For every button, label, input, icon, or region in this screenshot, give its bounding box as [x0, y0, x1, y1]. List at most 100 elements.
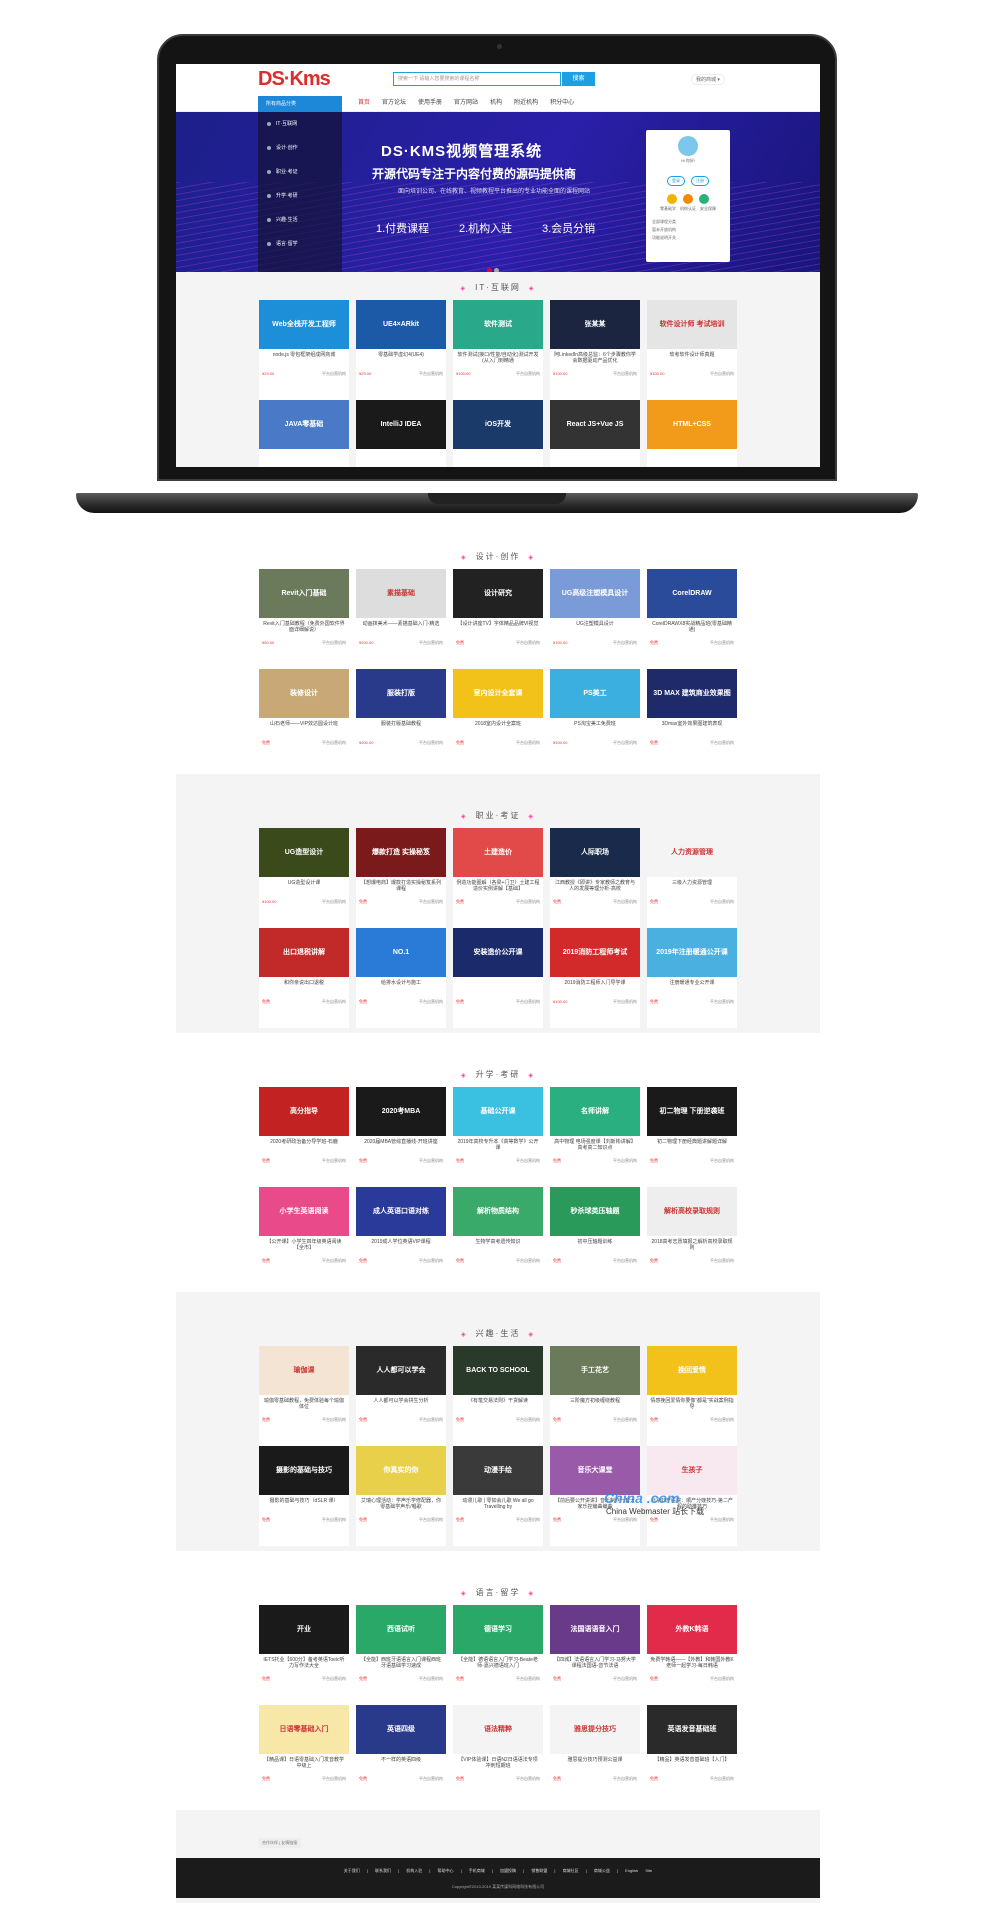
course-thumbnail[interactable]: React JS+Vue JS — [550, 400, 640, 449]
course-card[interactable]: 人际职场 江西教授《即讲》专家教师之教育与人的发展等理分析-高校 免费 平台自营机构 — [550, 828, 640, 928]
course-thumbnail[interactable]: 摄影的基础与技巧 — [259, 1446, 349, 1495]
nav-link[interactable]: 官方网站 — [448, 94, 484, 112]
course-title[interactable]: 【公开课】小学生四年级英语阅读【全市】 — [259, 1236, 349, 1256]
course-title[interactable]: 和你亲说出口退税 — [259, 977, 349, 997]
register-button[interactable]: 注册 — [691, 176, 709, 186]
course-card[interactable]: 德语学习 【全能】德语语言入门学习-Beate老师-嘉兴德语班入门 免费 平台自营机构 — [453, 1605, 543, 1705]
course-card[interactable]: 出口退税讲解 和你亲说出口退税 免费 平台自营机构 — [259, 928, 349, 1028]
course-title[interactable]: 【想爆电商】爆款打造实操秘笈系列课程 — [356, 877, 446, 897]
sidebar-category[interactable]: 设计·创作 — [258, 136, 342, 160]
course-title[interactable]: 动画抹美术——素描基础入门-精选 — [356, 618, 446, 638]
course-thumbnail[interactable]: 2020考MBA — [356, 1087, 446, 1136]
course-title[interactable]: UG注塑模具设计 — [550, 618, 640, 638]
course-card[interactable]: 解析物质结构 生物学高考遗传知识 免费 平台自营机构 — [453, 1187, 543, 1287]
course-thumbnail[interactable]: JAVA零基础 — [259, 400, 349, 449]
course-card[interactable]: 雅思提分技巧 雅思提分技巧预测公益课 免费 平台自营机构 — [550, 1705, 640, 1805]
course-card[interactable]: 设计研究 【设计讲座TV】字体精品品牌VI视觉 免费 平台自营机构 — [453, 569, 543, 669]
search-button[interactable]: 搜索 — [562, 72, 595, 86]
course-title[interactable] — [453, 449, 543, 467]
course-thumbnail[interactable]: CorelDRAW — [647, 569, 737, 618]
course-title[interactable]: 【精品】英语发音基础班【入门】 — [647, 1754, 737, 1774]
course-title[interactable]: 摄影的基础与技巧（dSLR 课） — [259, 1495, 349, 1515]
course-card[interactable]: 开业 IETS托业【600分】备考英语Toeic听力写作法大全 免费 平台自营机构 — [259, 1605, 349, 1705]
course-title[interactable]: 2018高考志愿填报之解析高校录取规则 — [647, 1236, 737, 1256]
course-card[interactable]: 安装造价公开课 免费 平台自营机构 — [453, 928, 543, 1028]
course-thumbnail[interactable]: 软件测试 — [453, 300, 543, 349]
sidebar-category[interactable]: 语言·留学 — [258, 232, 342, 256]
course-title[interactable]: 人人都可以学会拼生分析 — [356, 1395, 446, 1415]
course-card[interactable]: iOS开发平台自营机构 — [453, 400, 543, 467]
course-title[interactable]: 零基础学虚幻4(UE4) — [356, 349, 446, 369]
course-thumbnail[interactable]: 瑜伽课 — [259, 1346, 349, 1395]
course-title[interactable]: 2020届MBA管综直播线-开班讲座 — [356, 1136, 446, 1156]
course-thumbnail[interactable]: 小学生英语阅读 — [259, 1187, 349, 1236]
course-title[interactable]: 2018室内设计全案班 — [453, 718, 543, 738]
course-thumbnail[interactable]: 2019消防工程师考试 — [550, 928, 640, 977]
course-card[interactable]: 西语试听 【全能】西班牙语语言入门课程西班牙语基础学习速成 免费 平台自营机构 — [356, 1605, 446, 1705]
course-title[interactable] — [259, 449, 349, 467]
course-thumbnail[interactable]: 软件设计师 考试培训 — [647, 300, 737, 349]
course-card[interactable]: CorelDRAW CorelDRAWX8实战精品班(零基础精通) 免费 平台自营机构 — [647, 569, 737, 669]
course-title[interactable] — [453, 977, 543, 997]
course-thumbnail[interactable]: 服装打版 — [356, 669, 446, 718]
nav-link[interactable]: 首页 — [352, 94, 376, 112]
course-thumbnail[interactable]: 人力资源管理 — [647, 828, 737, 877]
course-title[interactable]: IETS托业【600分】备考英语Toeic听力写作法大全 — [259, 1654, 349, 1674]
category-menu-button[interactable]: 所有商品分类 — [258, 96, 342, 112]
course-thumbnail[interactable]: 人际职场 — [550, 828, 640, 877]
course-card[interactable]: HTML+CSS平台自营机构 — [647, 400, 737, 467]
course-title[interactable]: 给排水设计与施工 — [356, 977, 446, 997]
course-thumbnail[interactable]: PS美工 — [550, 669, 640, 718]
course-card[interactable]: BACK TO SCHOOL 《有笔交易法则》干货解读 免费 平台自营机构 — [453, 1346, 543, 1446]
course-title[interactable]: 动漫儿歌 | 零如会儿歌 We all go Travelling by — [453, 1495, 543, 1515]
course-thumbnail[interactable]: 德语学习 — [453, 1605, 543, 1654]
course-thumbnail[interactable]: 法国语语音入门 — [550, 1605, 640, 1654]
nav-link[interactable]: 使用手册 — [412, 94, 448, 112]
course-title[interactable]: 情感挽回爱情你要像“都是”实战案例指导 — [647, 1395, 737, 1415]
course-title[interactable] — [356, 449, 446, 467]
course-thumbnail[interactable]: 2019年注册暖通公开课 — [647, 928, 737, 977]
course-title[interactable]: 2020考研政治备分导学班-石鹿 — [259, 1136, 349, 1156]
course-thumbnail[interactable]: 西语试听 — [356, 1605, 446, 1654]
course-title[interactable]: 3Dmax室外效果图建筑表现 — [647, 718, 737, 738]
carousel-dots[interactable] — [486, 260, 500, 272]
course-title[interactable]: 注册暖通专业公开课 — [647, 977, 737, 997]
course-thumbnail[interactable]: 室内设计全套课 — [453, 669, 543, 718]
course-card[interactable]: 挽回爱情 情感挽回爱情你要像“都是”实战案例指导 免费 平台自营机构 — [647, 1346, 737, 1446]
course-thumbnail[interactable]: 手工花艺 — [550, 1346, 640, 1395]
course-title[interactable]: 阿LinkedIn高级总监：6个步骤教你学会数据驱动产品优化 — [550, 349, 640, 369]
course-title[interactable]: 免费学韩语——【外教】和韩国外教K老师一起学习-每日韩语 — [647, 1654, 737, 1674]
course-thumbnail[interactable]: Web全栈开发工程师 — [259, 300, 349, 349]
nav-link[interactable]: 机构 — [484, 94, 508, 112]
course-card[interactable]: 日语零基础入门 【精品课】日语零基础入门发音教学中级上 免费 平台自营机构 — [259, 1705, 349, 1805]
course-card[interactable]: 3D MAX 建筑商业效果图 3Dmax室外效果图建筑表现 免费 平台自营机构 — [647, 669, 737, 769]
course-thumbnail[interactable]: 爆款打造 实操秘笈 — [356, 828, 446, 877]
course-card[interactable]: 软件设计师 考试培训 软考软件设计师真题 ¥100.00 平台自营机构 — [647, 300, 737, 400]
course-card[interactable]: 手工花艺 三阶魔方初级缠绕教程 免费 平台自营机构 — [550, 1346, 640, 1446]
course-title[interactable]: 生物学高考遗传知识 — [453, 1236, 543, 1256]
course-card[interactable]: Revit入门基础 Revit入门基础教程（免费外国软件界面详细解说） ¥50.00… — [259, 569, 349, 669]
course-card[interactable]: IntelliJ IDEA平台自营机构 — [356, 400, 446, 467]
course-thumbnail[interactable]: 基础公开课 — [453, 1087, 543, 1136]
course-thumbnail[interactable]: 开业 — [259, 1605, 349, 1654]
course-thumbnail[interactable]: UG高级注塑模具设计 — [550, 569, 640, 618]
course-title[interactable]: 艾瑞心理活动：学声乐学修配器，你零基础学声乐/唱歌 — [356, 1495, 446, 1515]
course-card[interactable]: 你真实的你 艾瑞心理活动：学声乐学修配器，你零基础学声乐/唱歌 免费 平台自营机构 — [356, 1446, 446, 1546]
course-card[interactable]: 摄影的基础与技巧 摄影的基础与技巧（dSLR 课） 免费 平台自营机构 — [259, 1446, 349, 1546]
friend-links[interactable]: 合作伙伴 | 友情链接 — [258, 1838, 302, 1848]
course-card[interactable]: 基础公开课 2019年高校专升本《高等数学》公开课 免费 平台自营机构 — [453, 1087, 543, 1187]
login-button[interactable]: 登录 — [667, 176, 685, 186]
course-title[interactable]: UG造型设计课 — [259, 877, 349, 897]
course-title[interactable]: 初中压轴题训练 — [550, 1236, 640, 1256]
course-card[interactable]: 秒杀球类压轴题 初中压轴题训练 免费 平台自营机构 — [550, 1187, 640, 1287]
course-card[interactable]: 人力资源管理 三级人力资源管理 免费 平台自营机构 — [647, 828, 737, 928]
course-thumbnail[interactable]: 英语发音基础班 — [647, 1705, 737, 1754]
course-title[interactable] — [550, 449, 640, 467]
course-title[interactable]: 初二物理下册经典题讲解题详解 — [647, 1136, 737, 1156]
course-thumbnail[interactable]: 3D MAX 建筑商业效果图 — [647, 669, 737, 718]
course-title[interactable]: 【全能】德语语言入门学习-Beate老师-嘉兴德语班入门 — [453, 1654, 543, 1674]
ucard-line[interactable]: 功能说明开关 — [652, 234, 724, 242]
course-title[interactable]: 山石老师——VIP效达圆设计班 — [259, 718, 349, 738]
course-title[interactable]: 雅思提分技巧预测公益课 — [550, 1754, 640, 1774]
course-card[interactable]: 素描基础 动画抹美术——素描基础入门-精选 ¥200.00 平台自营机构 — [356, 569, 446, 669]
